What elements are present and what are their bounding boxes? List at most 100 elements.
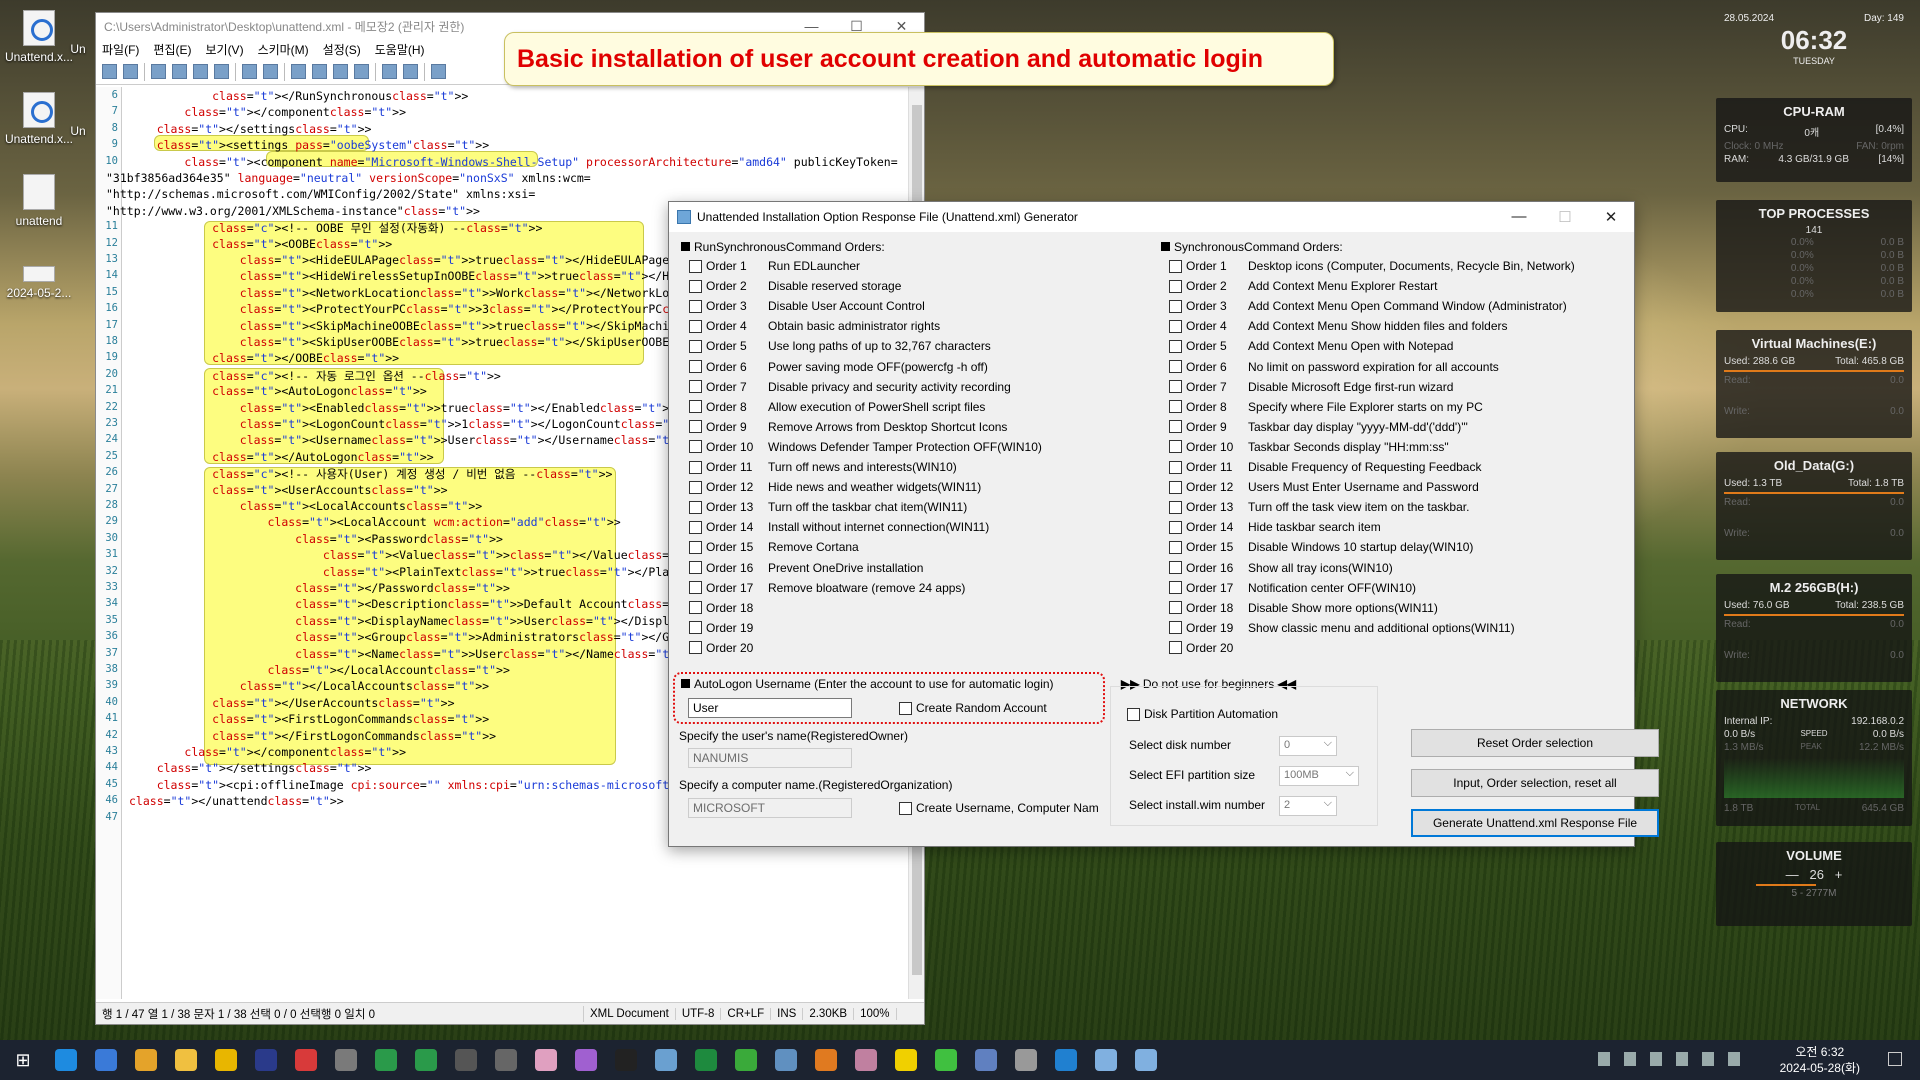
- tray-icon[interactable]: [1624, 1052, 1636, 1066]
- taskbar-app-icon[interactable]: [806, 1040, 846, 1080]
- order-checkbox-19[interactable]: Order 19 Show classic menu and additional…: [1169, 618, 1515, 638]
- order-checkbox-9[interactable]: Order 9 Remove Arrows from Desktop Shortc…: [689, 417, 1007, 437]
- order-checkbox-20[interactable]: Order 20: [1169, 638, 1248, 658]
- org-input[interactable]: [688, 798, 852, 818]
- menu-view[interactable]: 보기(V): [205, 41, 243, 58]
- cut-icon[interactable]: [291, 64, 306, 79]
- taskbar-app-icon[interactable]: [846, 1040, 886, 1080]
- taskbar-app-icon[interactable]: [526, 1040, 566, 1080]
- taskbar-app-icon[interactable]: [326, 1040, 366, 1080]
- order-checkbox-16[interactable]: Order 16 Show all tray icons(WIN10): [1169, 558, 1393, 578]
- owner-input[interactable]: [688, 748, 852, 768]
- order-checkbox-6[interactable]: Order 6 Power saving mode OFF(powercfg -h…: [689, 357, 988, 377]
- redo-icon[interactable]: [263, 64, 278, 79]
- desktop-icon-partial[interactable]: Un: [68, 42, 88, 56]
- menu-settings[interactable]: 설정(S): [323, 41, 361, 58]
- taskbar-app-icon[interactable]: [166, 1040, 206, 1080]
- order-checkbox-5[interactable]: Order 5 Use long paths of up to 32,767 ch…: [689, 336, 991, 356]
- order-checkbox-20[interactable]: Order 20: [689, 638, 768, 658]
- taskbar-app-icon[interactable]: [1006, 1040, 1046, 1080]
- menu-file[interactable]: 파일(F): [102, 41, 139, 58]
- open-folder-icon[interactable]: [172, 64, 187, 79]
- input-reset-all-button[interactable]: Input, Order selection, reset all: [1411, 769, 1659, 797]
- order-checkbox-7[interactable]: Order 7 Disable Microsoft Edge first-run …: [1169, 377, 1453, 397]
- reset-order-button[interactable]: Reset Order selection: [1411, 729, 1659, 757]
- volume-minus[interactable]: —: [1786, 867, 1799, 882]
- taskbar-app-icon[interactable]: [1086, 1040, 1126, 1080]
- order-checkbox-1[interactable]: Order 1 Run EDLauncher: [689, 256, 860, 276]
- taskbar-app-icon[interactable]: [686, 1040, 726, 1080]
- taskbar-app-icon[interactable]: [966, 1040, 1006, 1080]
- taskbar-app-icon[interactable]: [1126, 1040, 1166, 1080]
- create-username-checkbox[interactable]: Create Username, Computer Name: [899, 798, 1099, 818]
- order-checkbox-13[interactable]: Order 13 Turn off the taskbar chat item(W…: [689, 497, 967, 517]
- taskbar-app-icon[interactable]: [726, 1040, 766, 1080]
- replace-icon[interactable]: [403, 64, 418, 79]
- taskbar-app-icon[interactable]: [126, 1040, 166, 1080]
- order-checkbox-4[interactable]: Order 4 Add Context Menu Show hidden file…: [1169, 316, 1508, 336]
- order-checkbox-2[interactable]: Order 2 Add Context Menu Explorer Restart: [1169, 276, 1437, 296]
- tray-icon[interactable]: [1650, 1052, 1662, 1066]
- order-checkbox-1[interactable]: Order 1 Desktop icons (Computer, Document…: [1169, 256, 1575, 276]
- open-icon[interactable]: [123, 64, 138, 79]
- order-checkbox-18[interactable]: Order 18 Disable Show more options(WIN11): [1169, 598, 1438, 618]
- taskbar-app-icon[interactable]: [46, 1040, 86, 1080]
- order-checkbox-5[interactable]: Order 5 Add Context Menu Open with Notepa…: [1169, 336, 1453, 356]
- paste-icon[interactable]: [354, 64, 369, 79]
- wrap-icon[interactable]: [431, 64, 446, 79]
- order-checkbox-9[interactable]: Order 9 Taskbar day display "yyyy-MM-dd'(…: [1169, 417, 1468, 437]
- desktop-icon-unattend-1[interactable]: Unattend.x...: [0, 10, 78, 64]
- copy-icon[interactable]: [333, 64, 348, 79]
- new-doc-icon[interactable]: [151, 64, 166, 79]
- order-checkbox-8[interactable]: Order 8 Allow execution of PowerShell scr…: [689, 397, 985, 417]
- desktop-icon-unattend-2[interactable]: Unattend.x...: [0, 92, 78, 146]
- menu-help[interactable]: 도움말(H): [375, 41, 425, 58]
- order-checkbox-14[interactable]: Order 14 Install without internet connect…: [689, 517, 989, 537]
- generate-xml-button[interactable]: Generate Unattend.xml Response File: [1411, 809, 1659, 837]
- taskbar-app-icon[interactable]: [486, 1040, 526, 1080]
- taskbar-app-icon[interactable]: [566, 1040, 606, 1080]
- desktop-icon-image[interactable]: 2024-05-2...: [0, 266, 78, 300]
- taskbar-app-icon[interactable]: [646, 1040, 686, 1080]
- taskbar-app-icon[interactable]: [86, 1040, 126, 1080]
- order-checkbox-11[interactable]: Order 11 Disable Frequency of Requesting …: [1169, 457, 1481, 477]
- order-checkbox-3[interactable]: Order 3 Disable User Account Control: [689, 296, 925, 316]
- tray-icon[interactable]: [1676, 1052, 1688, 1066]
- network-icon[interactable]: [1702, 1052, 1714, 1066]
- taskbar-clock[interactable]: 오전 6:32 2024-05-28(화): [1780, 1044, 1860, 1076]
- save-as-icon[interactable]: [214, 64, 229, 79]
- order-checkbox-6[interactable]: Order 6 No limit on password expiration f…: [1169, 357, 1499, 377]
- taskbar-app-icon[interactable]: [366, 1040, 406, 1080]
- order-checkbox-15[interactable]: Order 15 Remove Cortana: [689, 537, 859, 557]
- order-checkbox-14[interactable]: Order 14 Hide taskbar search item: [1169, 517, 1381, 537]
- order-checkbox-17[interactable]: Order 17 Notification center OFF(WIN10): [1169, 578, 1416, 598]
- order-checkbox-10[interactable]: Order 10 Windows Defender Tamper Protecti…: [689, 437, 1042, 457]
- desktop-icon-unattend-3[interactable]: unattend: [0, 174, 78, 228]
- save-icon[interactable]: [193, 64, 208, 79]
- order-checkbox-19[interactable]: Order 19: [689, 618, 768, 638]
- speaker-icon[interactable]: [1728, 1052, 1740, 1066]
- order-checkbox-12[interactable]: Order 12 Users Must Enter Username and Pa…: [1169, 477, 1479, 497]
- taskbar-app-icon[interactable]: [206, 1040, 246, 1080]
- minimize-button[interactable]: —: [1496, 208, 1542, 226]
- order-checkbox-16[interactable]: Order 16 Prevent OneDrive installation: [689, 558, 923, 578]
- volume-plus[interactable]: +: [1835, 867, 1843, 882]
- order-checkbox-4[interactable]: Order 4 Obtain basic administrator rights: [689, 316, 940, 336]
- taskbar-app-icon[interactable]: [406, 1040, 446, 1080]
- menu-scheme[interactable]: 스키마(M): [258, 41, 309, 58]
- tray-icon[interactable]: [1598, 1052, 1610, 1066]
- taskbar-app-icon[interactable]: [246, 1040, 286, 1080]
- new-icon[interactable]: [102, 64, 117, 79]
- find-icon[interactable]: [382, 64, 397, 79]
- notification-icon[interactable]: [1888, 1052, 1902, 1066]
- order-checkbox-10[interactable]: Order 10 Taskbar Seconds display "HH:mm:s…: [1169, 437, 1449, 457]
- order-checkbox-12[interactable]: Order 12 Hide news and weather widgets(WI…: [689, 477, 981, 497]
- order-checkbox-17[interactable]: Order 17 Remove bloatware (remove 24 apps…: [689, 578, 965, 598]
- taskbar-app-icon[interactable]: [606, 1040, 646, 1080]
- delete-icon[interactable]: [312, 64, 327, 79]
- taskbar-app-icon[interactable]: [766, 1040, 806, 1080]
- order-checkbox-13[interactable]: Order 13 Turn off the task view item on t…: [1169, 497, 1469, 517]
- undo-icon[interactable]: [242, 64, 257, 79]
- taskbar-app-icon[interactable]: [926, 1040, 966, 1080]
- order-checkbox-11[interactable]: Order 11 Turn off news and interests(WIN1…: [689, 457, 957, 477]
